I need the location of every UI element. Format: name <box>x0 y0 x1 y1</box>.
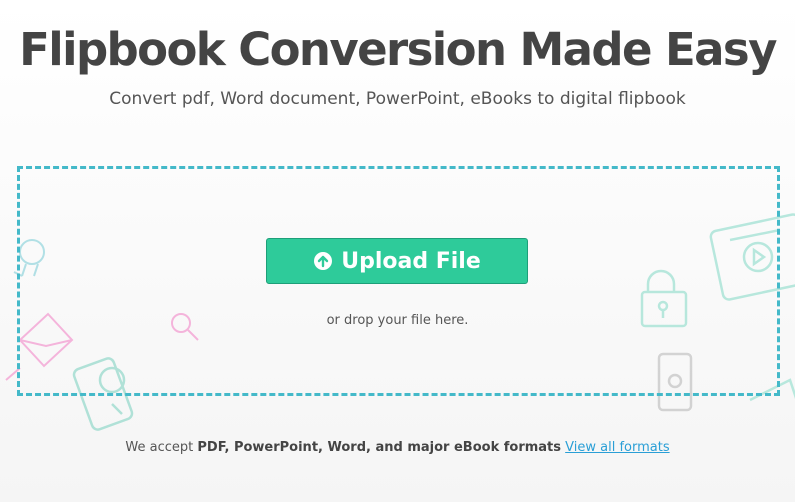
drop-hint: or drop your file here. <box>326 313 469 328</box>
accept-prefix: We accept <box>125 440 194 455</box>
upload-file-label: Upload File <box>341 248 481 274</box>
arrow-up-circle-icon <box>314 252 333 270</box>
upload-file-button[interactable]: Upload File <box>266 238 528 284</box>
accepted-formats: We accept PDF, PowerPoint, Word, and maj… <box>0 438 795 458</box>
accept-formats: PDF, PowerPoint, Word, and major eBook f… <box>197 440 562 455</box>
view-all-formats-link[interactable]: View all formats <box>565 440 669 455</box>
